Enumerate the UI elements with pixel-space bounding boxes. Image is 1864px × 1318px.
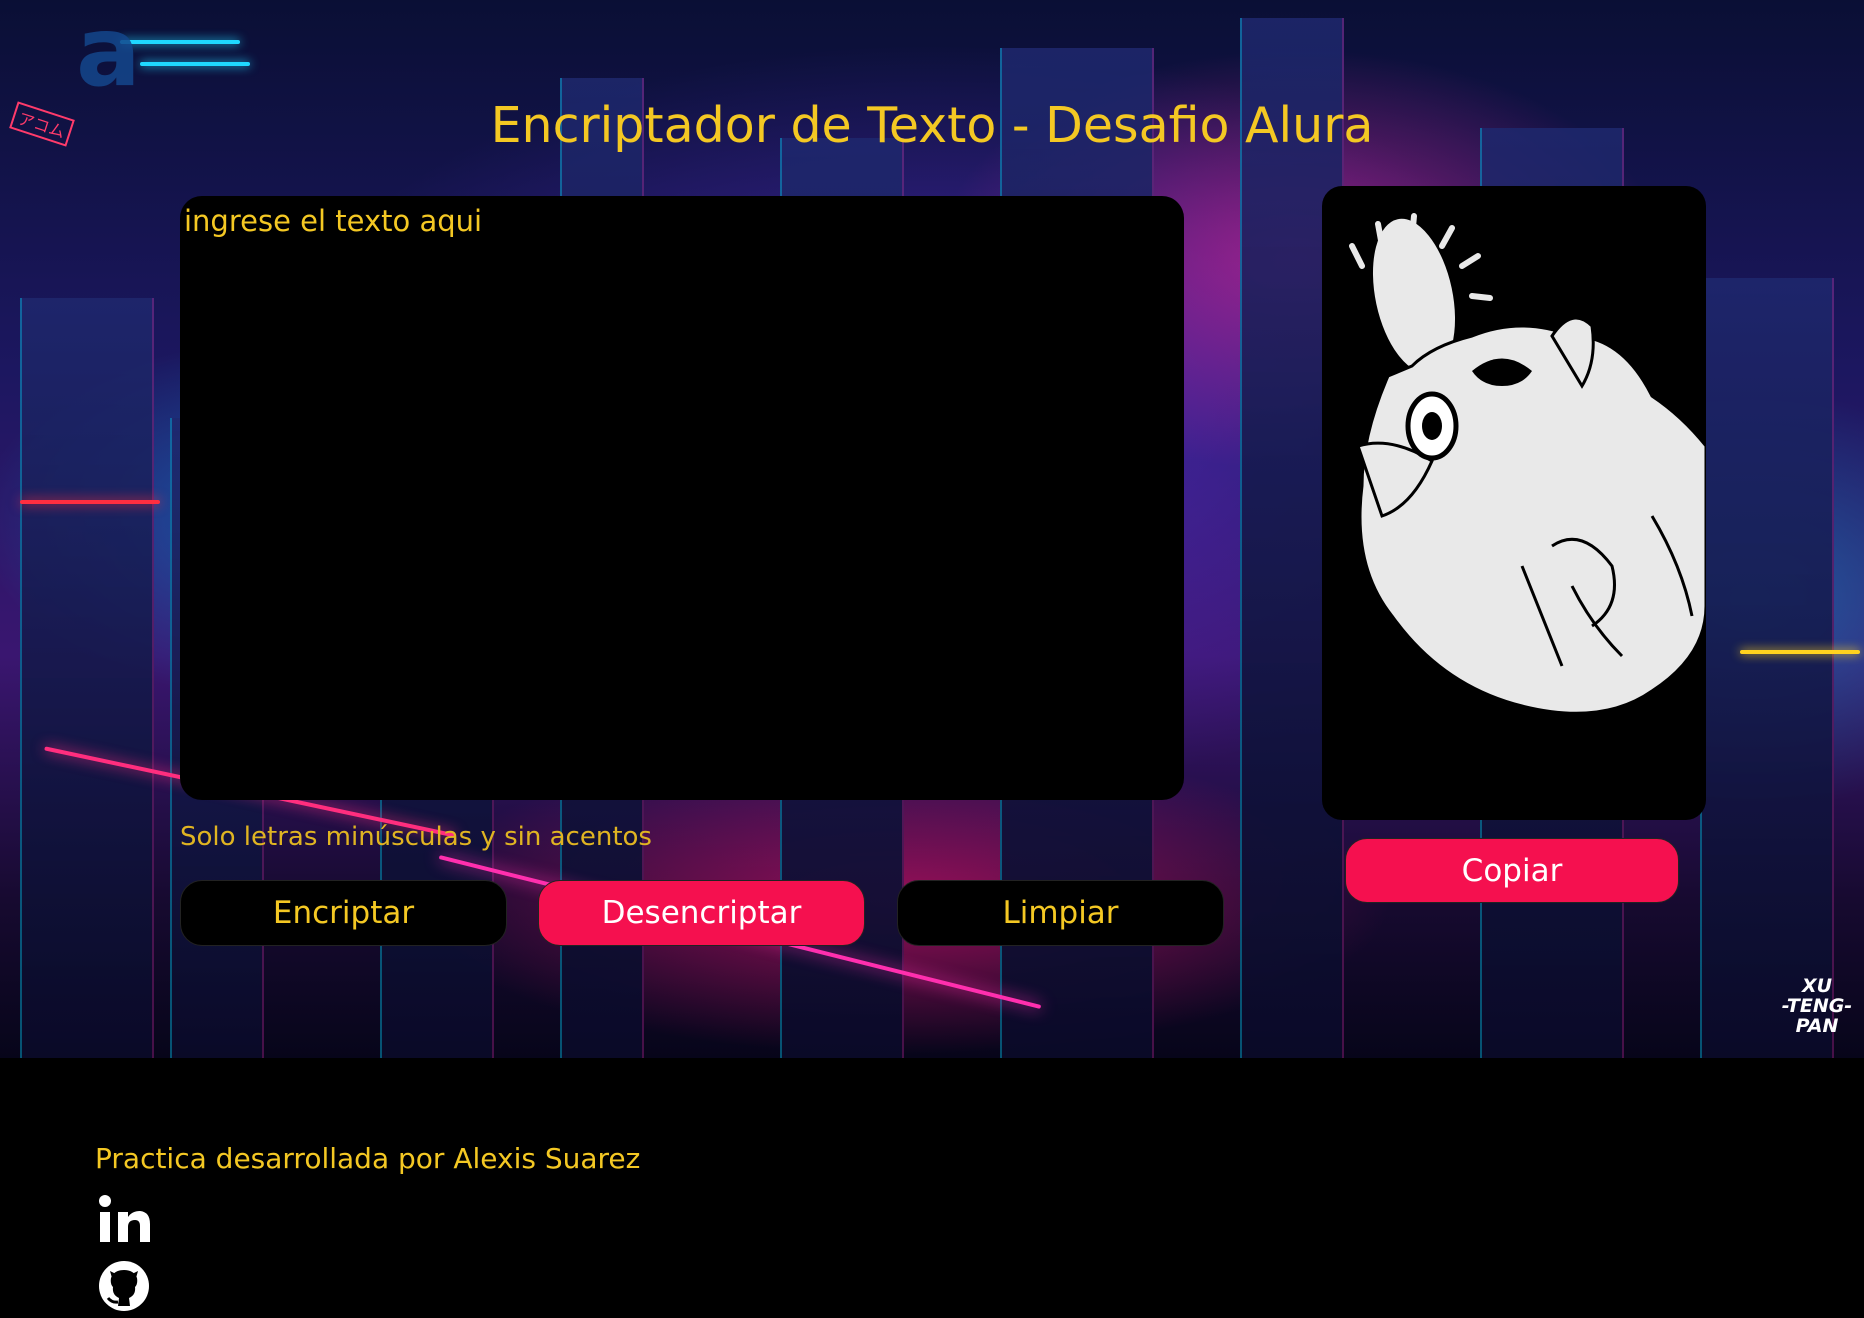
neon-strip [20,500,160,504]
neon-strip [1740,650,1860,654]
neon-strip [140,62,250,66]
text-input[interactable] [180,196,1184,800]
copy-button[interactable]: Copiar [1345,838,1679,903]
input-hint: Solo letras minúsculas y sin acentos [180,822,652,852]
linkedin-icon [99,1195,150,1242]
building [20,298,154,1058]
footer-credit: Practica desarrollada por Alexis Suarez [95,1142,641,1175]
footer [0,1058,1864,1316]
result-panel [1322,186,1706,820]
doodle-illustration [1349,213,1706,715]
clear-button[interactable]: Limpiar [897,880,1224,946]
page-title: Encriptador de Texto - Desafio Alura [490,97,1374,154]
github-link[interactable] [96,1258,152,1314]
decrypt-button[interactable]: Desencriptar [538,880,865,946]
logo-mark: a [76,0,141,108]
github-icon [99,1261,149,1311]
artist-watermark: XU -TENG- PAN [1781,975,1853,1037]
encrypt-button[interactable]: Encriptar [180,880,507,946]
building [1700,278,1834,1058]
linkedin-link[interactable] [96,1192,152,1248]
